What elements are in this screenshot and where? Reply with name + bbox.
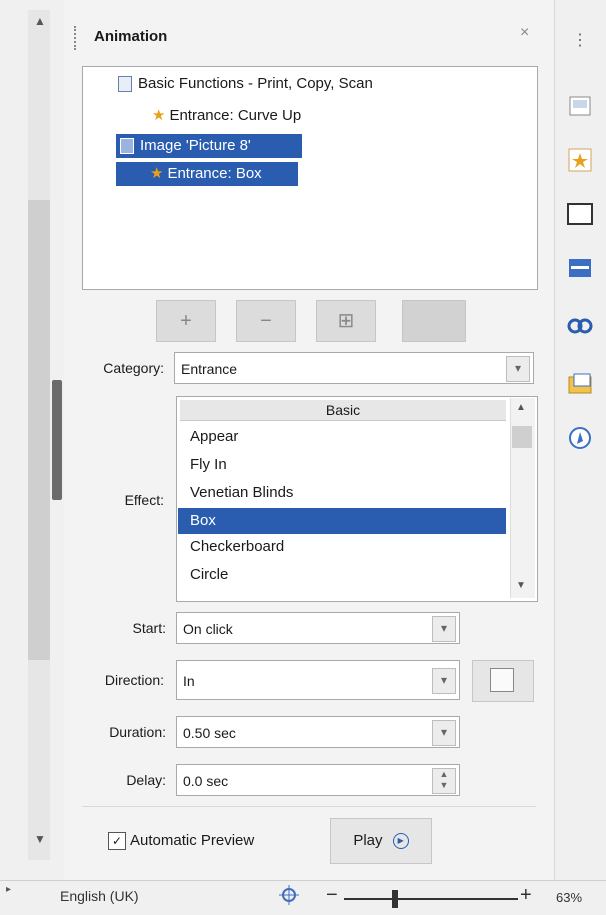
automatic-preview-checkbox[interactable]: ✓ <box>108 832 126 850</box>
duration-value: 0.50 sec <box>183 725 236 741</box>
delay-spinbox[interactable]: 0.0 sec ▲ ▼ <box>176 764 460 796</box>
chevron-down-icon[interactable]: ▾ <box>432 616 456 642</box>
category-dropdown[interactable]: Entrance ▾ <box>174 352 534 384</box>
sidebar-menu-icon[interactable]: ⋮ <box>572 30 588 50</box>
duration-label: Duration: <box>109 724 166 740</box>
scroll-down-icon[interactable]: ▼ <box>34 832 46 846</box>
category-value: Entrance <box>181 361 238 377</box>
scroll-down-icon[interactable]: ▼ <box>516 580 526 591</box>
expand-icon[interactable]: ▸ <box>6 884 11 895</box>
zoom-out-button[interactable]: − <box>326 884 338 907</box>
language-status[interactable]: English (UK) <box>60 888 139 904</box>
zoom-in-button[interactable]: + <box>520 884 532 907</box>
direction-value: In <box>183 673 195 689</box>
slide-icon <box>118 76 132 93</box>
navigator-icon[interactable] <box>566 310 594 338</box>
direction-label: Direction: <box>104 672 164 688</box>
scroll-up-icon[interactable]: ▲ <box>516 402 526 413</box>
category-label: Category: <box>103 360 164 376</box>
star-icon: ★ <box>150 165 164 182</box>
properties-icon[interactable] <box>566 92 594 120</box>
effect-group-header: Basic <box>180 400 506 421</box>
star-icon: ★ <box>152 107 166 124</box>
list-item-label: Image 'Picture 8' <box>140 137 251 154</box>
list-item-label: Entrance: Box <box>167 165 262 182</box>
gallery-icon[interactable] <box>566 370 594 398</box>
left-scrollbar-thumb[interactable] <box>28 200 50 660</box>
list-item[interactable]: Venetian Blinds <box>190 484 293 501</box>
play-icon: ▶ <box>392 833 409 850</box>
effect-scrollbar-thumb[interactable] <box>512 426 532 448</box>
remove-effect-button[interactable]: − <box>236 300 296 342</box>
list-item-label: Basic Functions - Print, Copy, Scan <box>138 75 373 92</box>
list-item[interactable]: Circle <box>190 566 228 583</box>
list-item[interactable]: Appear <box>190 428 238 445</box>
slide-transition-icon[interactable] <box>566 200 594 228</box>
divider <box>82 806 536 807</box>
start-value: On click <box>183 621 233 637</box>
play-label: Play <box>353 832 383 849</box>
list-item-label: Entrance: Curve Up <box>169 107 302 124</box>
list-item[interactable]: Checkerboard <box>190 538 284 555</box>
add-effect-button[interactable]: + <box>156 300 216 342</box>
scroll-up-icon[interactable]: ▲ <box>34 14 46 28</box>
automatic-preview-label[interactable]: Automatic Preview <box>130 832 254 849</box>
start-label: Start: <box>132 620 166 636</box>
duration-dropdown[interactable]: 0.50 sec ▾ <box>176 716 460 748</box>
list-item-selected[interactable]: Box <box>190 512 216 529</box>
effect-selection-highlight <box>178 508 506 534</box>
chevron-down-icon[interactable]: ▾ <box>506 356 530 382</box>
delay-value: 0.0 sec <box>183 773 229 789</box>
chevron-down-icon[interactable]: ▾ <box>432 668 456 694</box>
master-slides-icon[interactable] <box>566 254 594 282</box>
panel-title: Animation <box>94 28 168 45</box>
fit-slide-icon[interactable] <box>278 884 300 906</box>
direction-dropdown[interactable]: In ▾ <box>176 660 460 700</box>
spin-arrows-icon[interactable]: ▲ ▼ <box>432 768 456 794</box>
modify-effect-button[interactable]: ⊞ <box>316 300 376 342</box>
zoom-slider[interactable] <box>344 898 518 900</box>
close-icon[interactable]: × <box>520 24 529 42</box>
play-button[interactable]: Play ▶ <box>330 818 432 864</box>
list-item-effect-selected[interactable]: ★ Entrance: Box <box>116 162 298 186</box>
move-effect-button[interactable] <box>402 300 466 342</box>
chevron-down-icon[interactable]: ▾ <box>432 720 456 746</box>
left-splitter-handle[interactable] <box>52 380 62 500</box>
panel-grip-icon[interactable] <box>74 26 82 50</box>
delay-label: Delay: <box>126 772 166 788</box>
options-icon <box>490 668 514 692</box>
list-item-slide[interactable]: Basic Functions - Print, Copy, Scan <box>118 72 373 96</box>
effect-label: Effect: <box>124 492 164 508</box>
zoom-slider-thumb[interactable] <box>392 890 398 908</box>
start-dropdown[interactable]: On click ▾ <box>176 612 460 644</box>
list-item-effect[interactable]: ★ Entrance: Curve Up <box>152 104 301 128</box>
list-item[interactable]: Fly In <box>190 456 227 473</box>
list-item-image-selected[interactable]: Image 'Picture 8' <box>116 134 302 158</box>
zoom-percent[interactable]: 63% <box>556 890 582 905</box>
image-icon <box>120 138 134 155</box>
compass-icon[interactable] <box>566 424 594 452</box>
styles-icon[interactable] <box>566 146 594 174</box>
